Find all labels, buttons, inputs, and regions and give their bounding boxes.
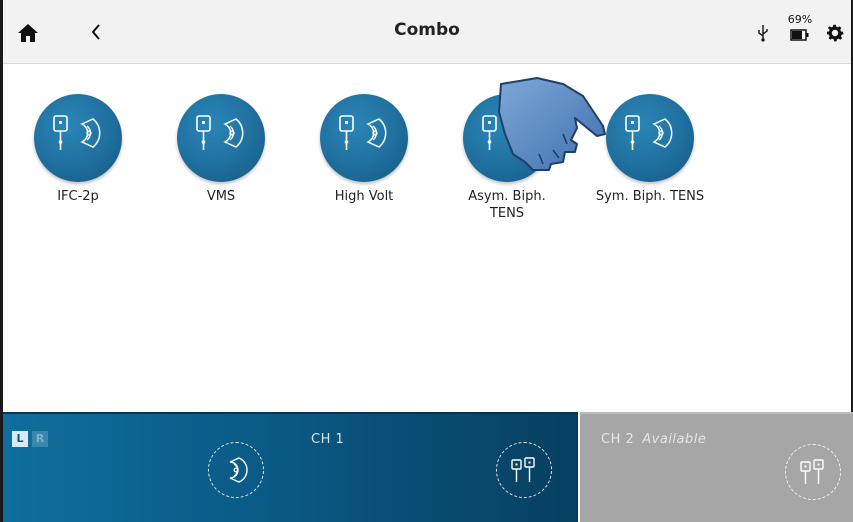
electrode-sensor-icon [53, 115, 101, 150]
program-icon-circle [320, 94, 408, 182]
program-grid: IFC-2p VMS High Volt Asym. Biph. TENS Sy… [3, 64, 851, 412]
program-label: VMS [206, 189, 236, 204]
gear-icon[interactable] [824, 22, 846, 44]
program-label: Sym. Biph. TENS [595, 189, 705, 204]
top-bar: Combo 69% [3, 0, 851, 64]
channel-1-panel[interactable]: L R CH 1 [3, 412, 578, 522]
program-icon-circle [463, 94, 551, 182]
channel-1-electrode-slot[interactable] [496, 442, 552, 498]
program-vms[interactable]: VMS [151, 94, 291, 205]
program-sym-biph-tens[interactable]: Sym. Biph. TENS [580, 94, 720, 205]
program-label: Asym. Biph. TENS [468, 189, 546, 221]
battery-indicator: 69% [785, 14, 815, 48]
lr-toggle[interactable]: L R [12, 431, 48, 447]
program-icon-circle [177, 94, 265, 182]
electrodes-icon [800, 459, 824, 484]
channel-2-electrode-slot[interactable] [785, 444, 841, 500]
app-window: Combo 69% IFC-2p VMS High Volt Asym. Bip… [0, 0, 853, 522]
channel-1-sensor-slot[interactable] [208, 442, 264, 498]
program-ifc-2p[interactable]: IFC-2p [8, 94, 148, 205]
page-title: Combo [394, 20, 460, 40]
program-high-volt[interactable]: High Volt [294, 94, 434, 205]
right-toggle[interactable]: R [32, 431, 48, 447]
program-label: High Volt [334, 189, 394, 204]
channel-1-title: CH 1 [311, 432, 345, 447]
battery-icon [790, 29, 809, 41]
electrode-sensor-icon [482, 115, 530, 150]
electrodes-icon [511, 457, 535, 482]
channel-2-header: CH 2 Available [601, 432, 706, 447]
channel-2-title: CH 2 [601, 432, 635, 447]
electrode-sensor-icon [625, 115, 673, 150]
channel-2-status: Available [642, 432, 707, 447]
program-icon-circle [606, 94, 694, 182]
program-label: IFC-2p [57, 189, 99, 204]
sensor-icon [229, 457, 248, 483]
electrode-sensor-icon [196, 115, 244, 150]
usb-icon [757, 24, 769, 42]
battery-percent: 69% [787, 13, 813, 26]
left-toggle[interactable]: L [12, 431, 28, 447]
channel-2-panel[interactable]: CH 2 Available [580, 412, 853, 522]
program-asym-biph-tens[interactable]: Asym. Biph. TENS [437, 94, 577, 222]
electrode-sensor-icon [339, 115, 387, 150]
program-icon-circle [34, 94, 122, 182]
